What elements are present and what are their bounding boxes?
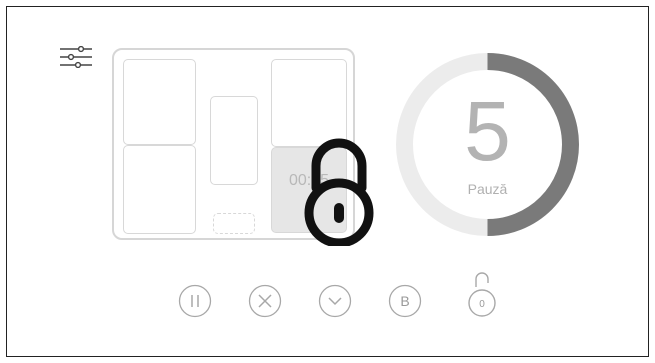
pause-icon — [178, 284, 212, 318]
zone-top-left[interactable] — [123, 59, 196, 145]
settings-button[interactable] — [59, 45, 93, 69]
b-button-label: B — [400, 293, 410, 309]
zone-top-right[interactable] — [271, 59, 347, 147]
cancel-icon — [248, 284, 282, 318]
zone-center[interactable] — [210, 96, 258, 185]
confirm-button[interactable] — [318, 284, 352, 318]
small-lock-icon — [468, 272, 496, 317]
child-lock-count: 0 — [479, 299, 485, 310]
appliance-screen: 00:35 5 Pauză B 0 — [6, 6, 649, 357]
zone-bottom-left[interactable] — [123, 145, 196, 234]
cancel-button[interactable] — [248, 284, 282, 318]
child-lock-button[interactable]: 0 — [462, 269, 502, 319]
lock-icon — [304, 138, 374, 246]
sliders-icon — [60, 45, 92, 69]
status-label: Pauză — [467, 181, 508, 197]
zone-small-dashed[interactable] — [213, 213, 255, 234]
program-value: 5 — [464, 84, 511, 178]
chevron-down-icon — [318, 284, 352, 318]
b-button[interactable]: B — [388, 284, 422, 318]
pause-button[interactable] — [178, 284, 212, 318]
